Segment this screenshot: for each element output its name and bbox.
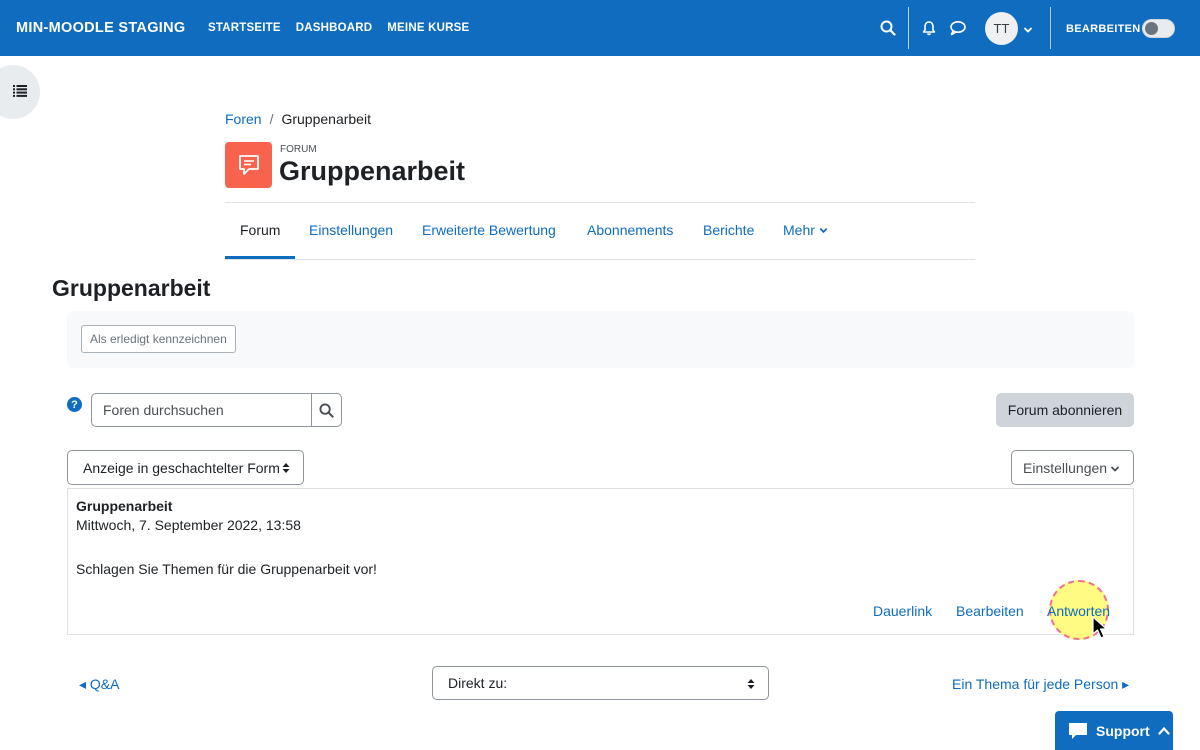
breadcrumb: Foren / Gruppenarbeit bbox=[225, 111, 371, 127]
permalink-link[interactable]: Dauerlink bbox=[873, 603, 932, 619]
display-mode-value: Anzeige in geschachtelter Form bbox=[83, 459, 280, 476]
edit-mode-label: BEARBEITEN bbox=[1066, 23, 1141, 35]
post-date: Mittwoch, 7. September 2022, 13:58 bbox=[76, 517, 301, 533]
jump-to-value: Direkt zu: bbox=[448, 675, 508, 691]
tab-reports[interactable]: Berichte bbox=[703, 222, 754, 238]
breadcrumb-current: Gruppenarbeit bbox=[281, 111, 371, 127]
edit-post-link[interactable]: Bearbeiten bbox=[956, 603, 1024, 619]
forum-search-input[interactable] bbox=[91, 393, 312, 427]
mouse-cursor-icon bbox=[1092, 616, 1108, 639]
secondary-navigation: Forum Einstellungen Erweiterte Bewertung… bbox=[225, 202, 975, 260]
settings-dropdown-label: Einstellungen bbox=[1023, 459, 1108, 476]
tab-subscriptions[interactable]: Abonnements bbox=[587, 222, 673, 238]
select-arrows-icon bbox=[747, 679, 755, 689]
activity-type-label: FORUM bbox=[280, 144, 317, 155]
display-mode-select[interactable]: Anzeige in geschachtelter Form bbox=[67, 450, 304, 485]
active-tab-indicator bbox=[225, 256, 295, 259]
toggle-knob bbox=[1145, 22, 1158, 35]
messages-icon[interactable] bbox=[947, 17, 969, 39]
post-content: Schlagen Sie Themen für die Gruppenarbei… bbox=[76, 561, 377, 577]
primary-nav: STARTSEITE DASHBOARD MEINE KURSE bbox=[208, 22, 469, 34]
forum-heading: Gruppenarbeit bbox=[52, 275, 211, 301]
tab-settings[interactable]: Einstellungen bbox=[309, 222, 393, 238]
course-index-toggle[interactable] bbox=[0, 65, 40, 119]
nav-link-dashboard[interactable]: DASHBOARD bbox=[296, 22, 373, 34]
forum-post: Gruppenarbeit Mittwoch, 7. September 202… bbox=[67, 488, 1134, 640]
site-brand[interactable]: MIN-MOODLE STAGING bbox=[16, 20, 185, 36]
previous-activity-link[interactable]: ◂ Q&A bbox=[79, 676, 119, 693]
subscribe-forum-button[interactable]: Forum abonnieren bbox=[996, 393, 1134, 427]
top-navbar: MIN-MOODLE STAGING STARTSEITE DASHBOARD … bbox=[0, 0, 1200, 56]
nav-divider bbox=[1050, 7, 1051, 49]
forum-activity-icon bbox=[225, 142, 272, 188]
discussion-settings-dropdown[interactable]: Einstellungen bbox=[1011, 450, 1134, 485]
edit-mode-toggle[interactable] bbox=[1142, 19, 1175, 38]
search-icon bbox=[319, 402, 334, 418]
notification-bell-icon[interactable] bbox=[918, 17, 940, 39]
tab-forum[interactable]: Forum bbox=[240, 222, 280, 238]
support-button[interactable]: Support bbox=[1055, 711, 1173, 750]
chat-bubble-icon bbox=[1069, 722, 1087, 739]
breadcrumb-forums-link[interactable]: Foren bbox=[225, 111, 262, 127]
list-icon bbox=[13, 84, 27, 100]
mark-as-done-button[interactable]: Als erledigt kennzeichnen bbox=[81, 325, 236, 353]
page-title: Gruppenarbeit bbox=[279, 156, 466, 186]
jump-to-select[interactable]: Direkt zu: bbox=[432, 666, 769, 700]
tab-advanced-grading[interactable]: Erweiterte Bewertung bbox=[422, 222, 556, 238]
help-icon[interactable]: ? bbox=[67, 397, 82, 412]
nav-divider bbox=[908, 7, 909, 49]
breadcrumb-separator: / bbox=[269, 111, 274, 127]
nav-link-home[interactable]: STARTSEITE bbox=[208, 22, 281, 34]
search-button[interactable] bbox=[311, 393, 342, 427]
select-arrows-icon bbox=[282, 463, 290, 473]
completion-info: Als erledigt kennzeichnen bbox=[67, 311, 1134, 368]
tab-more[interactable]: Mehr bbox=[783, 222, 828, 238]
post-subject: Gruppenarbeit bbox=[76, 498, 173, 514]
chevron-down-icon bbox=[819, 228, 827, 234]
chevron-down-icon bbox=[1111, 466, 1119, 472]
support-label: Support bbox=[1096, 722, 1150, 739]
next-activity-link[interactable]: Ein Thema für jede Person ▸ bbox=[952, 676, 1129, 693]
search-icon[interactable] bbox=[877, 17, 899, 39]
chevron-up-icon bbox=[1158, 726, 1170, 735]
tab-more-label: Mehr bbox=[783, 222, 815, 238]
user-avatar[interactable]: TT bbox=[985, 12, 1018, 45]
nav-link-my-courses[interactable]: MEINE KURSE bbox=[387, 22, 469, 34]
chevron-down-icon[interactable] bbox=[1023, 22, 1033, 38]
